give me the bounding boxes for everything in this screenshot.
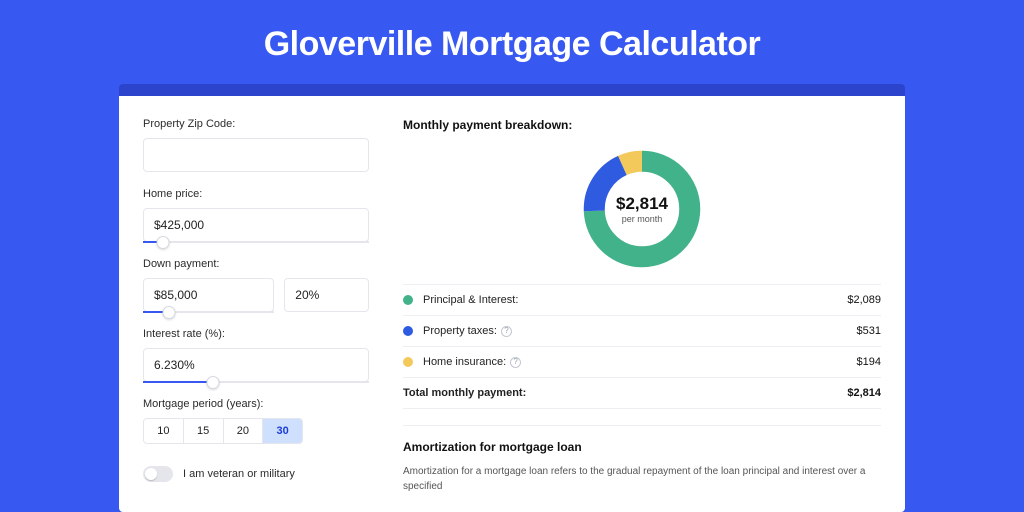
interest-rate-input[interactable] (143, 348, 369, 382)
slider-thumb[interactable] (207, 376, 220, 389)
legend-row-home-insurance: Home insurance: ? $194 (403, 347, 881, 378)
donut-amount: $2,814 (616, 194, 668, 214)
home-price-field-group: Home price: (143, 188, 369, 242)
mortgage-period-label: Mortgage period (years): (143, 398, 369, 410)
title-bar: Gloverville Mortgage Calculator (264, 0, 761, 84)
zip-input[interactable] (143, 138, 369, 172)
legend-label-text: Property taxes: (423, 325, 497, 337)
page-title: Gloverville Mortgage Calculator (264, 25, 761, 64)
legend-label: Principal & Interest: (423, 294, 518, 306)
amortization-body: Amortization for a mortgage loan refers … (403, 464, 881, 494)
veteran-toggle[interactable] (143, 466, 173, 482)
info-icon[interactable]: ? (510, 357, 521, 368)
info-icon[interactable]: ? (501, 326, 512, 337)
legend-value: $2,814 (847, 387, 881, 399)
period-button-20[interactable]: 20 (223, 419, 263, 443)
mortgage-period-buttons: 10 15 20 30 (143, 418, 303, 444)
down-payment-percent-input[interactable] (284, 278, 369, 312)
inputs-panel: Property Zip Code: Home price: Down paym… (119, 96, 387, 512)
legend-row-total: Total monthly payment: $2,814 (403, 378, 881, 409)
calculator-card: Property Zip Code: Home price: Down paym… (119, 96, 905, 512)
zip-field-group: Property Zip Code: (143, 118, 369, 172)
down-payment-amount-wrap (143, 278, 274, 312)
down-payment-amount-input[interactable] (143, 278, 274, 312)
legend-value: $531 (857, 325, 881, 337)
home-price-label: Home price: (143, 188, 369, 200)
amortization-section: Amortization for mortgage loan Amortizat… (403, 425, 881, 494)
donut-chart-wrap: $2,814 per month (403, 146, 881, 272)
results-panel: Monthly payment breakdown: $2,814 per mo… (387, 96, 905, 512)
donut-chart: $2,814 per month (579, 146, 705, 272)
legend-value: $194 (857, 356, 881, 368)
home-price-input[interactable] (143, 208, 369, 242)
down-payment-percent-wrap (284, 278, 369, 312)
legend-value: $2,089 (847, 294, 881, 306)
down-payment-label: Down payment: (143, 258, 369, 270)
legend-row-property-taxes: Property taxes: ? $531 (403, 316, 881, 347)
interest-rate-field-group: Interest rate (%): (143, 328, 369, 382)
veteran-toggle-label: I am veteran or military (183, 468, 295, 480)
slider-fill (143, 381, 213, 383)
veteran-toggle-row: I am veteran or military (143, 466, 369, 482)
down-payment-field-group: Down payment: (143, 258, 369, 312)
legend-label-text: Home insurance: (423, 356, 506, 368)
donut-center: $2,814 per month (579, 146, 705, 272)
legend-label: Total monthly payment: (403, 387, 526, 399)
legend-row-principal-interest: Principal & Interest: $2,089 (403, 285, 881, 316)
donut-sublabel: per month (622, 214, 663, 224)
slider-thumb[interactable] (163, 306, 176, 319)
zip-label: Property Zip Code: (143, 118, 369, 130)
swatch-icon (403, 295, 413, 305)
period-button-15[interactable]: 15 (183, 419, 223, 443)
card-top-shadow (119, 84, 905, 96)
period-button-30[interactable]: 30 (262, 419, 302, 443)
mortgage-period-field-group: Mortgage period (years): 10 15 20 30 (143, 398, 369, 444)
swatch-icon (403, 326, 413, 336)
slider-track-line (143, 241, 369, 243)
legend-label: Property taxes: ? (423, 325, 512, 337)
toggle-knob (145, 468, 157, 480)
swatch-icon (403, 357, 413, 367)
legend-label: Home insurance: ? (423, 356, 521, 368)
amortization-title: Amortization for mortgage loan (403, 440, 881, 454)
breakdown-legend: Principal & Interest: $2,089 Property ta… (403, 284, 881, 409)
period-button-10[interactable]: 10 (144, 419, 183, 443)
breakdown-title: Monthly payment breakdown: (403, 118, 881, 132)
down-payment-row (143, 278, 369, 312)
interest-rate-label: Interest rate (%): (143, 328, 369, 340)
slider-thumb[interactable] (157, 236, 170, 249)
